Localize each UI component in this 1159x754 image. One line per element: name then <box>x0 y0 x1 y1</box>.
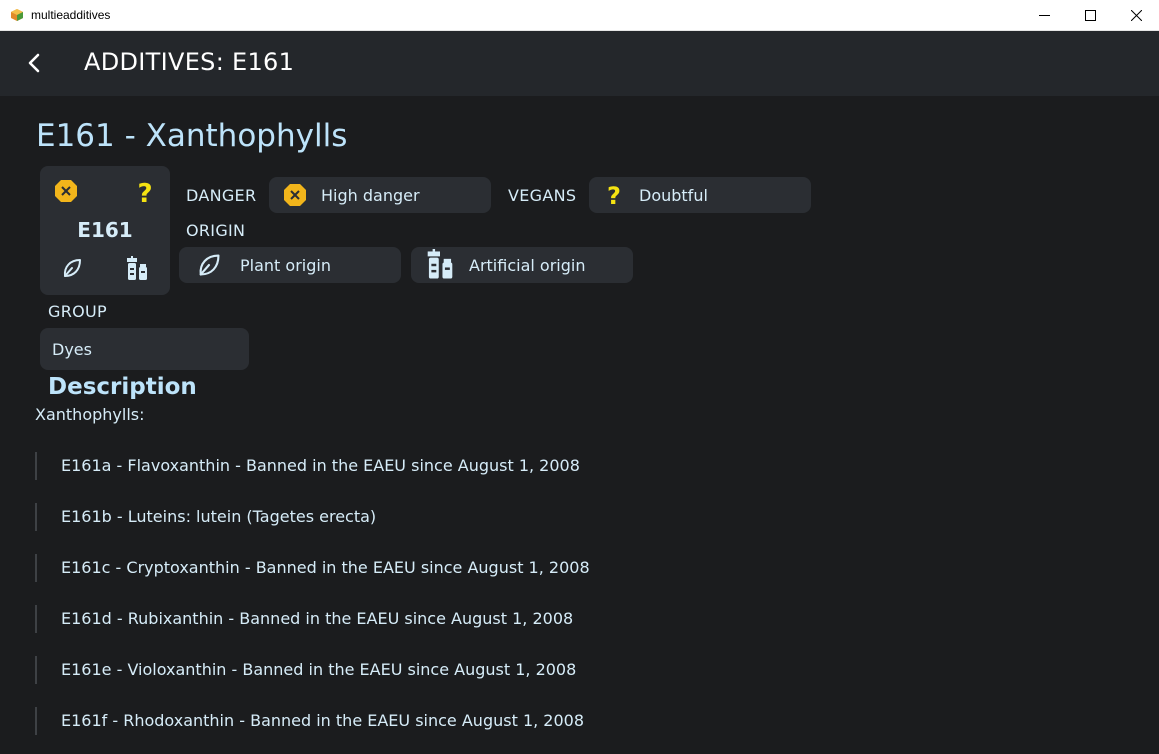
list-item: E161f - Rhodoxanthin - Banned in the EAE… <box>35 707 835 735</box>
svg-text:?: ? <box>607 182 621 208</box>
minimize-button[interactable] <box>1021 0 1067 31</box>
danger-octagon-icon <box>55 180 77 202</box>
list-item: E161e - Violoxanthin - Banned in the EAE… <box>35 656 835 684</box>
additive-badge: ? E161 <box>40 166 170 295</box>
description-intro: Xanthophylls: <box>35 405 145 424</box>
group-label: GROUP <box>48 302 107 321</box>
artificial-vials-icon <box>127 256 147 280</box>
leaf-icon <box>196 252 222 278</box>
origin-value-artificial: Artificial origin <box>469 255 586 275</box>
leaf-icon <box>63 259 81 277</box>
close-icon <box>1130 10 1142 21</box>
origin-chip-plant: Plant origin <box>179 247 401 283</box>
vegans-value: Doubtful <box>639 185 708 205</box>
window-title: multieadditives <box>31 8 111 22</box>
artificial-vials-icon <box>425 249 455 281</box>
danger-octagon-icon <box>283 183 307 207</box>
header-title: ADDITIVES: E161 <box>84 48 295 76</box>
vegans-label: VEGANS <box>508 186 577 205</box>
maximize-button[interactable] <box>1067 0 1113 31</box>
description-title: Description <box>48 374 197 400</box>
group-chip: Dyes <box>40 328 249 370</box>
danger-chip: High danger <box>269 177 491 213</box>
svg-text:?: ? <box>137 179 152 206</box>
close-button[interactable] <box>1113 0 1159 31</box>
origin-chip-artificial: Artificial origin <box>411 247 633 283</box>
question-mark-icon: ? <box>137 179 152 206</box>
back-button[interactable] <box>22 51 46 75</box>
group-value: Dyes <box>52 339 92 359</box>
app-header: ADDITIVES: E161 <box>0 31 1159 96</box>
list-item: E161b - Luteins: lutein (Tagetes erecta) <box>35 503 835 531</box>
origin-label: ORIGIN <box>186 221 246 240</box>
vegans-chip: ? Doubtful <box>589 177 811 213</box>
minimize-icon <box>1038 15 1050 16</box>
question-mark-icon: ? <box>605 182 623 208</box>
badge-code: E161 <box>77 218 133 242</box>
window-controls <box>1021 0 1159 31</box>
danger-label: DANGER <box>186 186 257 205</box>
list-item: E161c - Cryptoxanthin - Banned in the EA… <box>35 554 835 582</box>
app-icon <box>11 9 23 21</box>
window-titlebar: multieadditives <box>0 0 1159 31</box>
back-arrow-icon <box>28 53 40 73</box>
danger-value: High danger <box>321 185 420 205</box>
list-item: E161d - Rubixanthin - Banned in the EAEU… <box>35 605 835 633</box>
origin-value-plant: Plant origin <box>240 255 331 275</box>
page-title: E161 - Xanthophylls <box>36 118 348 154</box>
list-item: E161a - Flavoxanthin - Banned in the EAE… <box>35 452 835 480</box>
maximize-icon <box>1084 10 1096 21</box>
